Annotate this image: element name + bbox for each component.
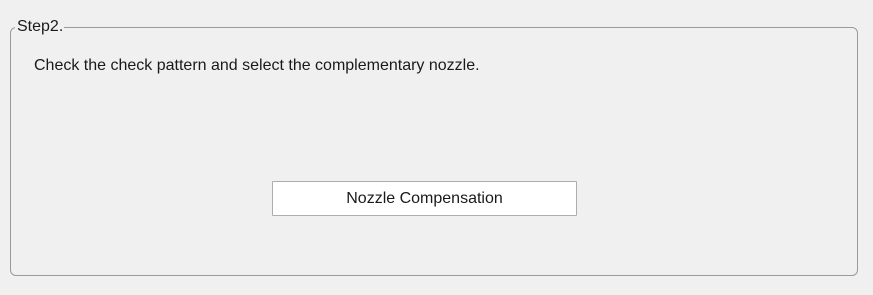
- instruction-text: Check the check pattern and select the c…: [34, 57, 480, 74]
- nozzle-compensation-button[interactable]: Nozzle Compensation: [272, 181, 577, 216]
- group-title: Step2.: [15, 17, 65, 36]
